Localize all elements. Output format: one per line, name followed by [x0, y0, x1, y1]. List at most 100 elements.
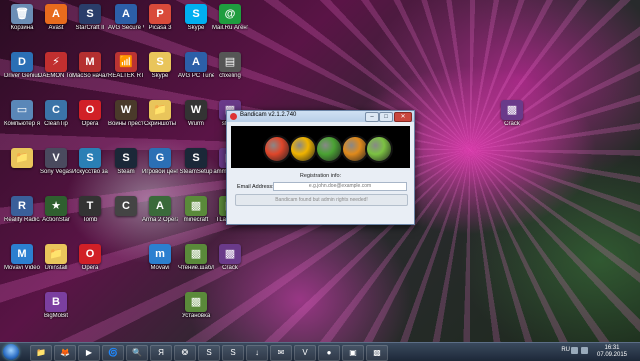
taskbar: 📁 🦊 ▶ 🌀 🔍 Я ❂ S S ↓ ✉ V ● ▣ ▩ RU 16:31 07.09.2015 [0, 342, 640, 361]
network-icon[interactable] [571, 347, 578, 354]
dialog-title: Bandicam v2.1.2.740 [240, 112, 297, 118]
desktop-icon[interactable]: ★ ActionStar [38, 196, 74, 234]
desktop-icon[interactable]: ▭Компьютер ярлык [4, 100, 40, 138]
start-button[interactable] [3, 344, 19, 360]
desktop-icon[interactable]: W Wurm [178, 100, 214, 138]
desktop-icon-label: Driver Genius Pro [4, 73, 40, 79]
chrome-icon[interactable]: ❂ [174, 345, 196, 361]
clock-date[interactable]: 07.09.2015 [594, 352, 630, 358]
app-icon: ▩ [185, 244, 207, 264]
utorrent-icon[interactable]: ↓ [246, 345, 268, 361]
desktop-icon[interactable]: 📁 Uninstall [38, 244, 74, 282]
desktop-icon[interactable]: ▩ Crack [212, 244, 248, 282]
desktop-icon[interactable]: DDriver Genius Pro [4, 52, 40, 90]
yandex-icon[interactable]: Я [150, 345, 172, 361]
desktop-icon-label: AVG Secure VPN [108, 25, 144, 31]
desktop-icon[interactable]: ▩ Установка [178, 292, 214, 330]
language-indicator[interactable]: RU [561, 347, 570, 353]
vegas-icon[interactable]: V [294, 345, 316, 361]
close-button[interactable]: ✕ [394, 112, 412, 122]
app-icon: G [149, 148, 171, 168]
desktop-icon[interactable]: 📁 Скриншоты [142, 100, 178, 138]
app-icon: V [45, 148, 67, 168]
desktop-icon-label: CleanTip [44, 121, 68, 127]
ie-icon[interactable]: 🌀 [102, 345, 124, 361]
minimize-button[interactable]: – [365, 112, 379, 122]
desktop-icon[interactable]: m Movavi [142, 244, 178, 282]
app-icon[interactable]: ▣ [342, 345, 364, 361]
desktop-icon[interactable]: 📁 [4, 148, 40, 186]
mail-agent-icon: @ [219, 4, 241, 24]
desktop-icon-label: Arma 2 Operatio [142, 217, 178, 223]
steam-icon[interactable]: S [222, 345, 244, 361]
desktop-icon-label: Uninstall [44, 265, 68, 271]
logo-blob [315, 135, 343, 163]
bandicam-dialog: Bandicam v2.1.2.740 – □ ✕ Registration i… [226, 110, 415, 225]
maximize-button[interactable]: □ [379, 112, 393, 122]
desktop-icon[interactable]: 🗑 Корзина [4, 4, 40, 42]
desktop-icon-crack[interactable]: ▩ Crack [494, 100, 530, 138]
explorer-icon[interactable]: 📁 [30, 345, 52, 361]
desktop-icon-label: Корзина [10, 25, 34, 31]
search-icon[interactable]: 🔍 [126, 345, 148, 361]
app-icon: W [115, 100, 137, 120]
desktop-icon[interactable]: S StarCraft II [72, 4, 108, 42]
bandicam-icon[interactable]: ● [318, 345, 340, 361]
desktop-icon-label: Picasa 3 [148, 25, 172, 31]
desktop-icon[interactable]: ▩ minecraft [178, 196, 214, 234]
desktop-icon[interactable]: C CleanTip [38, 100, 74, 138]
desktop-icon-label: Skype [187, 25, 205, 31]
app-icon: ▩ [185, 292, 207, 312]
volume-icon[interactable] [581, 347, 588, 354]
desktop-icon[interactable]: S Steam [108, 148, 144, 186]
desktop-icon[interactable]: S Skype [178, 4, 214, 42]
desktop-icon[interactable]: ⚡DAEMON Tools Pr [38, 52, 74, 90]
register-button[interactable]: Bandicam found but admin rights needed! [235, 194, 408, 206]
desktop-icon-label: Wurm [188, 121, 204, 127]
desktop-icon-label: SteamSetup [179, 169, 213, 175]
desktop-icon[interactable]: ▤ cfixeling [212, 52, 248, 90]
desktop-icon[interactable]: C [108, 196, 144, 234]
desktop-icon[interactable]: MMovavi Video Su [4, 244, 40, 282]
desktop-icon[interactable]: AAVG PC TuneUp 2015 [178, 52, 214, 90]
desktop-icon[interactable]: AArma 2 Operatio [142, 196, 178, 234]
media-player-icon[interactable]: ▶ [78, 345, 100, 361]
movavi-icon: M [11, 244, 33, 264]
winrar-icon[interactable]: ▩ [366, 345, 388, 361]
desktop-icon[interactable]: AAVG Secure VPN [108, 4, 144, 42]
desktop-icon[interactable]: A Avast [38, 4, 74, 42]
dialog-titlebar[interactable]: Bandicam v2.1.2.740 – □ ✕ [227, 111, 414, 122]
skype-icon[interactable]: S [198, 345, 220, 361]
desktop-icon[interactable]: T Tomb [72, 196, 108, 234]
folder-icon: 📁 [45, 244, 67, 264]
desktop-icon[interactable]: ▩ Чтение.шабл [178, 244, 214, 282]
desktop-icon[interactable]: MMacSo начальни [72, 52, 108, 90]
desktop-icon[interactable]: 📶REALTEK RTL8192U [108, 52, 144, 90]
firefox-icon[interactable]: 🦊 [54, 345, 76, 361]
desktop-icon-label: Reality Radical [4, 217, 40, 223]
desktop-icon-label: Crack [504, 121, 520, 127]
desktop-icon-label: REALTEK RTL8192U [108, 73, 144, 79]
rar-icon: ▩ [501, 100, 523, 120]
email-field[interactable] [273, 182, 407, 191]
desktop-icon[interactable]: S SteamSetup [178, 148, 214, 186]
desktop-icon[interactable]: P Picasa 3 [142, 4, 178, 42]
desktop-icon[interactable]: O Opera [72, 244, 108, 282]
desktop-icon[interactable]: S Skype [142, 52, 178, 90]
desktop-icon[interactable]: O Opera [72, 100, 108, 138]
desktop-icon[interactable]: RReality Radical [4, 196, 40, 234]
desktop-icon[interactable]: SИскусство защиты [72, 148, 108, 186]
avast-icon: A [45, 4, 67, 24]
desktop-icon[interactable]: B BigMoBit [38, 292, 74, 330]
desktop-icon[interactable]: V Sony Vegas [38, 148, 74, 186]
clock-time[interactable]: 16:31 [594, 345, 630, 351]
steam-icon: S [185, 148, 207, 168]
desktop-icon-label: Игровой центр@Mail [142, 169, 178, 175]
desktop-icon-label: StarCraft II [75, 25, 105, 31]
desktop-icon[interactable]: @ Mail.Ru Агент [212, 4, 248, 42]
desktop-icon[interactable]: GИгровой центр@Mail [142, 148, 178, 186]
mail-icon[interactable]: ✉ [270, 345, 292, 361]
desktop-icon[interactable]: WВойны престолов [108, 100, 144, 138]
desktop-icon-label: Movavi Video Su [4, 265, 40, 271]
starcraft-icon: S [79, 4, 101, 24]
